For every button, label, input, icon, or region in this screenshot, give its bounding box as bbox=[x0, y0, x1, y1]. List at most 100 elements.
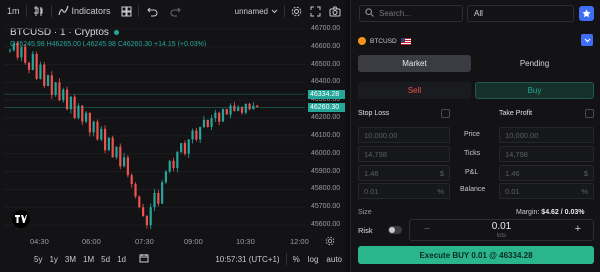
time-axis-settings-icon[interactable] bbox=[325, 236, 335, 248]
tp-price-value: 10,000.00 bbox=[505, 130, 539, 140]
candle bbox=[244, 103, 247, 115]
candle bbox=[54, 81, 57, 97]
candle bbox=[191, 128, 194, 144]
candle bbox=[96, 119, 99, 141]
price-axis[interactable]: 46700.00 46600.00 46500.00 46400.00 46300.00… bbox=[308, 20, 345, 236]
buy-button[interactable]: Buy bbox=[475, 82, 594, 99]
time-axis[interactable]: 04:30 06:00 07:30 09:00 10:30 12:00 bbox=[0, 234, 310, 248]
candle bbox=[229, 103, 232, 119]
take-profit-checkbox[interactable] bbox=[585, 108, 594, 118]
sl-balance-unit: % bbox=[437, 186, 444, 196]
stop-loss-checkbox[interactable] bbox=[441, 108, 450, 118]
price-tick-label: 45900.00 bbox=[311, 167, 341, 175]
tradingview-logo[interactable] bbox=[12, 210, 30, 228]
increase-lot-button[interactable]: + bbox=[575, 223, 581, 235]
candle bbox=[237, 105, 240, 112]
collapse-button[interactable] bbox=[581, 34, 593, 46]
price-tick-label: 46400.00 bbox=[311, 78, 341, 86]
execute-buy-button[interactable]: Execute BUY 0.01 @ 46334.28 bbox=[358, 246, 594, 264]
candle bbox=[138, 195, 141, 209]
pl-label: P&L bbox=[465, 169, 479, 176]
price-tick-label: 46500.00 bbox=[311, 60, 341, 68]
search-icon bbox=[365, 8, 374, 19]
clock-display[interactable]: 10:57:31 (UTC+1) bbox=[215, 255, 279, 264]
candle bbox=[31, 50, 34, 71]
range-button-3M[interactable]: 3M bbox=[65, 255, 76, 264]
candle bbox=[115, 146, 118, 160]
tp-balance-input[interactable]: 0.01% bbox=[499, 183, 594, 199]
sl-price-value: 10,000.00 bbox=[364, 130, 398, 140]
ticks-label: Ticks bbox=[464, 150, 481, 157]
log-toggle[interactable]: log bbox=[308, 255, 319, 264]
auto-toggle[interactable]: auto bbox=[326, 255, 342, 264]
price-tick-label: 46700.00 bbox=[311, 24, 341, 32]
time-tick-label: 04:30 bbox=[30, 237, 49, 246]
price-tick-label: 46000.00 bbox=[311, 149, 341, 157]
candle bbox=[214, 109, 217, 122]
candle bbox=[187, 139, 190, 159]
tp-ticks-value: 14,798 bbox=[505, 149, 528, 159]
candle bbox=[180, 143, 183, 154]
size-label: Size bbox=[358, 209, 372, 216]
sl-pl-unit: $ bbox=[439, 168, 444, 178]
lot-size-stepper[interactable]: − 0.01 lots + bbox=[409, 219, 594, 241]
chart-panel[interactable]: 1m Indicators unnamed BTCUSD · 1 · Crypt… bbox=[0, 0, 345, 272]
candle bbox=[206, 119, 209, 128]
candle bbox=[256, 104, 259, 108]
range-button-1y[interactable]: 1y bbox=[49, 255, 57, 264]
sl-ticks-input[interactable]: 14,798 bbox=[358, 146, 450, 162]
candle bbox=[8, 48, 12, 53]
sl-pl-input[interactable]: 1.46 $ bbox=[358, 165, 450, 181]
percent-toggle[interactable]: % bbox=[293, 255, 300, 264]
chevron-down-icon bbox=[584, 38, 590, 42]
tp-pl-input[interactable]: 1.46 $ bbox=[499, 165, 594, 181]
range-button-5d[interactable]: 5d bbox=[101, 255, 110, 264]
execute-label: Execute BUY 0.01 @ 46334.28 bbox=[419, 250, 533, 260]
time-tick-label: 06:00 bbox=[82, 237, 101, 246]
balance-label: Balance bbox=[460, 186, 486, 193]
take-profit-label: Take Profit bbox=[499, 109, 533, 117]
candle bbox=[122, 153, 126, 168]
candle bbox=[69, 95, 72, 114]
sl-balance-input[interactable]: 0.01% bbox=[358, 183, 450, 199]
candle bbox=[210, 114, 213, 131]
favorites-button[interactable] bbox=[579, 6, 594, 21]
search-placeholder: Search... bbox=[379, 9, 412, 18]
candle bbox=[100, 126, 103, 142]
tp-pl-unit: $ bbox=[583, 168, 588, 178]
candle bbox=[233, 101, 236, 112]
candle bbox=[130, 173, 133, 188]
margin-info: Margin: $4.62 / 0.03% bbox=[516, 209, 585, 216]
candle bbox=[199, 126, 202, 144]
tp-ticks-input[interactable]: 14,798 bbox=[499, 146, 594, 162]
risk-toggle[interactable] bbox=[388, 226, 402, 234]
candle bbox=[50, 71, 53, 100]
symbol-row: BTCUSD bbox=[358, 34, 594, 48]
candle bbox=[142, 203, 145, 217]
time-tick-label: 10:30 bbox=[236, 237, 255, 246]
search-input[interactable]: Search... bbox=[359, 5, 463, 22]
lot-size-value[interactable]: 0.01 bbox=[410, 221, 593, 232]
range-button-1d[interactable]: 1d bbox=[117, 255, 126, 264]
calendar-icon[interactable] bbox=[139, 253, 149, 265]
risk-toggle-row: Risk bbox=[358, 221, 402, 239]
sl-price-input[interactable]: 10,000.00 bbox=[358, 127, 450, 143]
tab-market[interactable]: Market bbox=[358, 55, 471, 72]
candle bbox=[27, 61, 31, 74]
stop-loss-section: Stop Loss bbox=[358, 106, 450, 120]
price-chart[interactable] bbox=[0, 0, 345, 236]
tab-pending[interactable]: Pending bbox=[475, 55, 594, 72]
candle bbox=[195, 127, 198, 142]
sl-ticks-value: 14,798 bbox=[364, 149, 387, 159]
candle bbox=[84, 111, 88, 124]
range-button-1M[interactable]: 1M bbox=[83, 255, 94, 264]
sell-button[interactable]: Sell bbox=[358, 82, 471, 99]
candle bbox=[157, 189, 160, 207]
candle bbox=[88, 112, 91, 137]
candle bbox=[183, 140, 187, 156]
filter-select[interactable]: All bbox=[467, 5, 574, 22]
symbol-name: BTCUSD bbox=[370, 37, 397, 45]
us-flag-icon bbox=[400, 37, 411, 45]
tp-price-input[interactable]: 10,000.00 bbox=[499, 127, 594, 143]
range-button-5y[interactable]: 5y bbox=[34, 255, 42, 264]
